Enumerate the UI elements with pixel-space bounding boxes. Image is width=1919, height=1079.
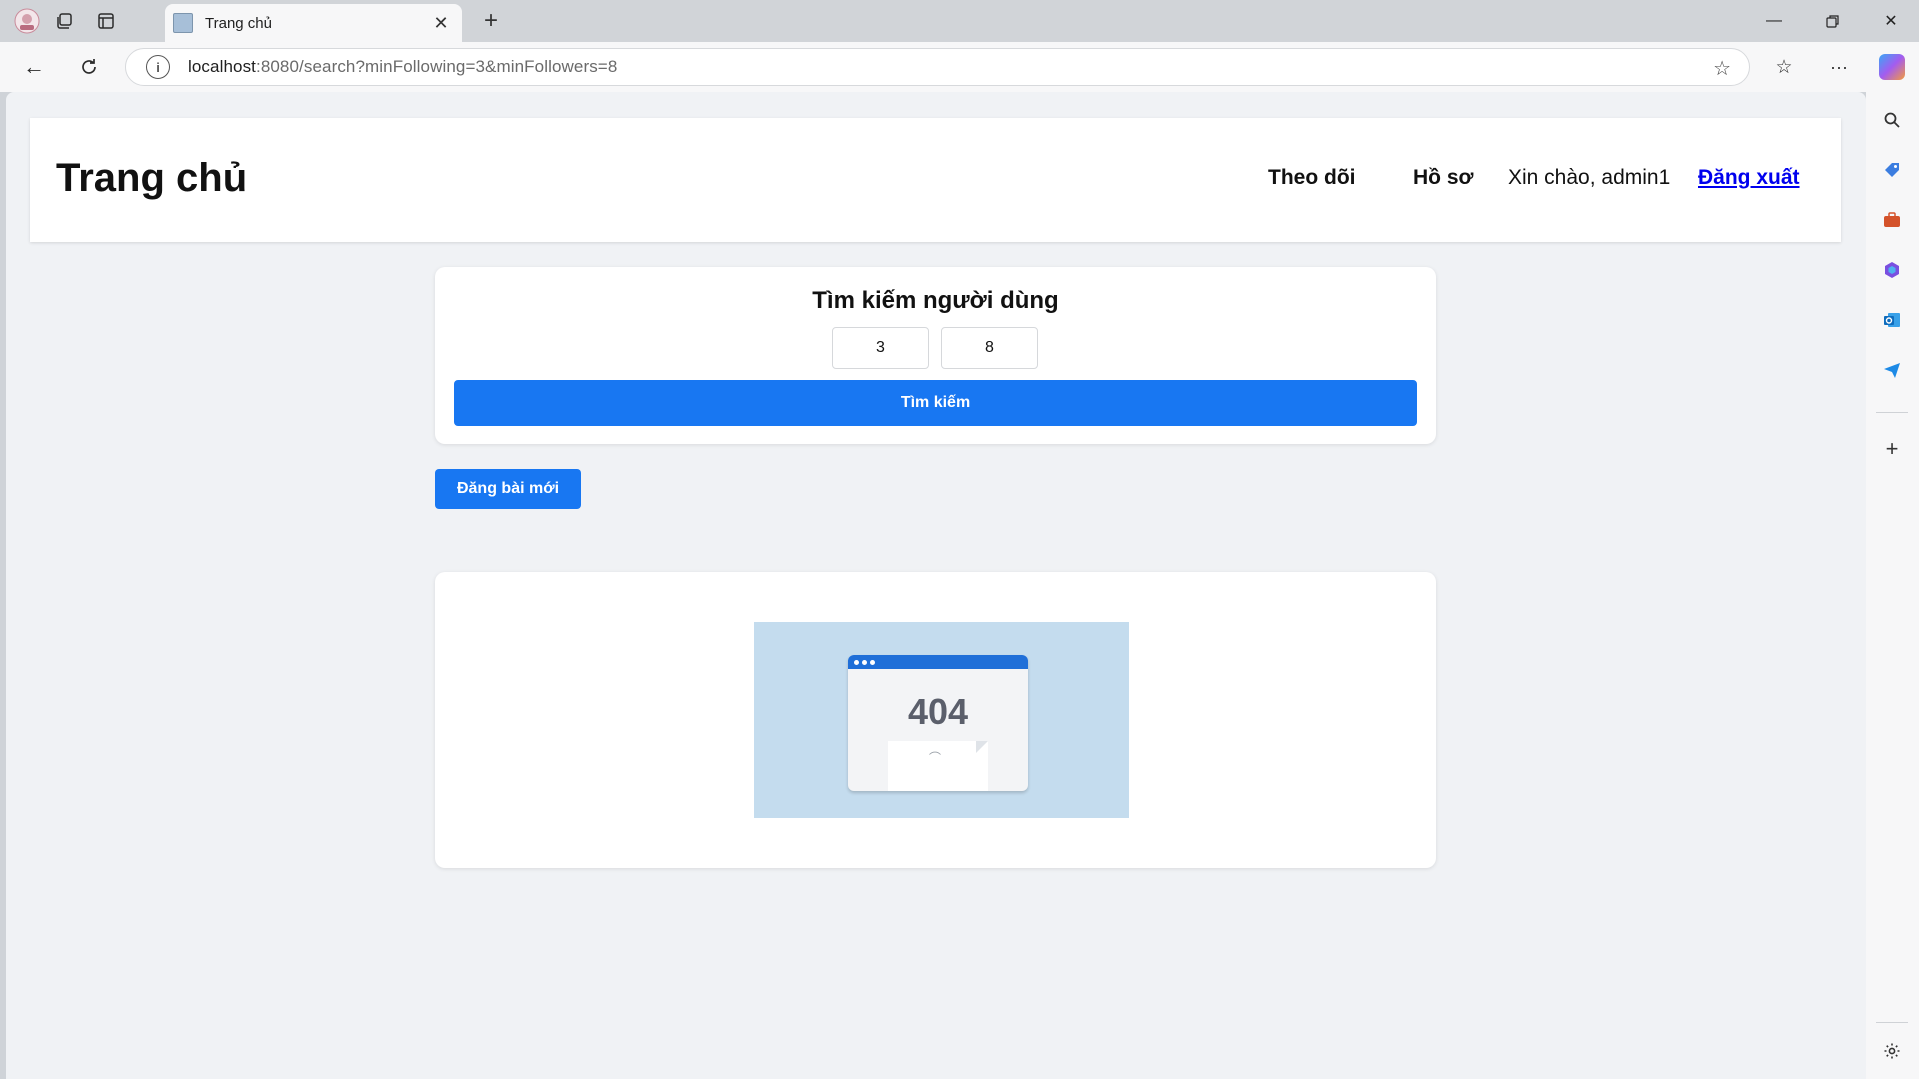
- restore-button[interactable]: [1810, 4, 1856, 38]
- logout-link[interactable]: Đăng xuất: [1698, 166, 1800, 190]
- search-icon[interactable]: [1879, 107, 1905, 133]
- close-tab-icon[interactable]: ✕: [430, 12, 452, 34]
- greeting-text: Xin chào, admin1: [1508, 166, 1671, 189]
- outlook-icon[interactable]: [1879, 307, 1905, 333]
- copilot-icon[interactable]: [1879, 54, 1905, 80]
- user-search-card: Tìm kiếm người dùng Tìm kiếm: [435, 267, 1436, 444]
- search-button[interactable]: Tìm kiếm: [454, 380, 1417, 426]
- profile-avatar-icon[interactable]: [13, 8, 41, 34]
- m365-icon[interactable]: [1879, 257, 1905, 283]
- favorite-star-icon[interactable]: ☆: [1713, 56, 1731, 81]
- add-icon[interactable]: +: [1879, 436, 1905, 462]
- url-path: :8080/search?minFollowing=3&minFollowers…: [256, 57, 618, 76]
- browser-toolbar: ← i localhost:8080/search?minFollowing=3…: [0, 42, 1919, 92]
- post-image-404: 404 ⌒: [754, 622, 1129, 818]
- send-icon[interactable]: [1879, 357, 1905, 383]
- url-host: localhost: [188, 57, 256, 76]
- settings-gear-icon[interactable]: [1879, 1038, 1905, 1064]
- new-post-button[interactable]: Đăng bài mới: [435, 469, 581, 509]
- address-bar[interactable]: i localhost:8080/search?minFollowing=3&m…: [125, 48, 1750, 86]
- site-header: Trang chủ Theo dõi Hồ sơ Xin chào, admin…: [30, 118, 1841, 242]
- nav-following-link[interactable]: Theo dõi: [1268, 166, 1356, 190]
- post-card: 404 ⌒: [435, 572, 1436, 868]
- browser-window-illustration: 404 ⌒: [848, 655, 1028, 791]
- sad-paper-illustration: ⌒: [888, 741, 988, 791]
- search-title: Tìm kiếm người dùng: [812, 287, 1059, 314]
- close-window-button[interactable]: ✕: [1868, 4, 1914, 38]
- active-tab[interactable]: Trang chủ ✕: [165, 4, 462, 42]
- vertical-tabs-icon[interactable]: [92, 8, 120, 34]
- new-tab-button[interactable]: +: [477, 7, 505, 34]
- edge-sidebar: +: [1866, 42, 1919, 1079]
- back-button[interactable]: ←: [16, 50, 52, 84]
- favorites-icon[interactable]: ☆: [1766, 50, 1802, 84]
- error-code-text: 404: [907, 691, 969, 732]
- minimize-button[interactable]: —: [1751, 4, 1797, 38]
- min-following-input[interactable]: [832, 327, 929, 369]
- refresh-button[interactable]: [71, 50, 107, 84]
- min-followers-input[interactable]: [941, 327, 1038, 369]
- window-titlebar-dots: [848, 655, 1028, 669]
- sad-face-icon: ⌒: [928, 751, 947, 765]
- tab-title: Trang chủ: [205, 14, 272, 32]
- page-title: Trang chủ: [56, 156, 248, 200]
- workspaces-icon[interactable]: [50, 8, 78, 34]
- nav-profile-link[interactable]: Hồ sơ: [1413, 166, 1473, 190]
- page-viewport: Trang chủ Theo dõi Hồ sơ Xin chào, admin…: [6, 92, 1866, 1079]
- site-info-icon[interactable]: i: [146, 55, 170, 79]
- url-text[interactable]: localhost:8080/search?minFollowing=3&min…: [188, 57, 617, 77]
- tools-briefcase-icon[interactable]: [1879, 207, 1905, 233]
- tab-favicon-icon: [173, 13, 193, 33]
- tab-strip: Trang chủ ✕ + — ✕: [0, 0, 1919, 42]
- more-menu-icon[interactable]: ···: [1821, 50, 1857, 84]
- sidebar-divider: [1876, 412, 1908, 413]
- sidebar-divider: [1876, 1022, 1908, 1023]
- paper-fold-icon: [976, 741, 988, 753]
- shopping-tag-icon[interactable]: [1879, 157, 1905, 183]
